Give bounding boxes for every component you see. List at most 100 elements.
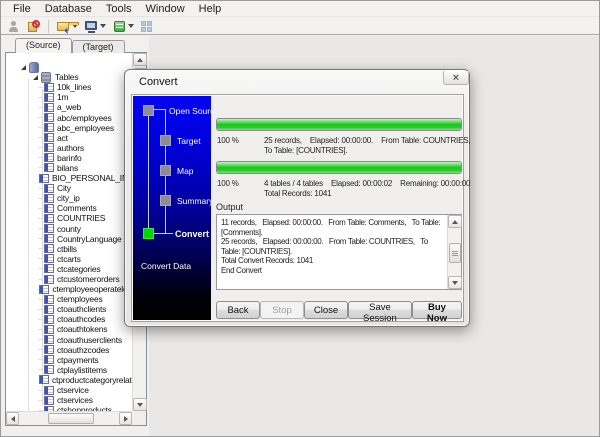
table-icon — [39, 375, 49, 385]
table-tree-item[interactable]: county — [7, 224, 132, 234]
table-icon — [44, 274, 54, 284]
disconnect-button[interactable] — [25, 19, 42, 34]
step-node-icon — [143, 228, 154, 239]
table-tree-item[interactable]: act — [7, 133, 132, 143]
scroll-right-button[interactable] — [119, 412, 132, 425]
table-icon — [44, 304, 54, 314]
tab-source[interactable]: (Source) — [15, 38, 72, 53]
step-map: Map — [133, 164, 211, 178]
chevron-down-icon[interactable] — [128, 24, 134, 28]
table-tree-item[interactable]: city_ip — [7, 193, 132, 203]
scroll-up-button[interactable] — [448, 215, 462, 228]
step-node-icon — [160, 135, 171, 146]
table-tree-item[interactable]: a_web — [7, 102, 132, 112]
table-tree-item[interactable]: ctplaylistitems — [7, 365, 132, 375]
table-tree-item[interactable]: ctcarts — [7, 254, 132, 264]
tree-stub-line — [38, 217, 43, 219]
overall-progress-description: 4 tables / 4 tables Elapsed: 00:00:02 Re… — [264, 179, 471, 198]
table-tree-item[interactable]: ctemployees — [7, 294, 132, 304]
table-tree-item[interactable]: ctservices — [7, 395, 132, 405]
scroll-left-button[interactable] — [6, 412, 19, 425]
close-icon[interactable]: × — [443, 71, 469, 85]
thumb-grip-icon — [452, 250, 458, 256]
table-tree-item[interactable]: ctpayments — [7, 355, 132, 365]
table-tree-item[interactable]: 1m — [7, 92, 132, 102]
table-tree-item[interactable]: ctshopproducts — [7, 405, 132, 411]
close-button[interactable]: Close — [304, 301, 348, 319]
expand-arrow-icon[interactable] — [21, 64, 26, 70]
save-session-button[interactable]: Save Session — [348, 301, 412, 324]
table-tree-item[interactable]: ctbills — [7, 244, 132, 254]
tree-stub-line — [38, 318, 43, 320]
chevron-down-icon[interactable] — [72, 24, 78, 28]
buy-now-button[interactable]: Buy Now — [411, 301, 462, 324]
connect-user-button[interactable] — [5, 19, 22, 34]
wizard-sidebar: Open Source Target Map — [133, 96, 211, 320]
table-icon — [44, 123, 54, 133]
table-tree-item[interactable]: ctservice — [7, 385, 132, 395]
toolbar — [1, 18, 599, 35]
table-tree-item[interactable]: ctoauthzcodes — [7, 345, 132, 355]
convert-button[interactable] — [111, 19, 136, 34]
tree-tables-node[interactable]: Tables — [7, 71, 132, 83]
menu-item[interactable]: Tools — [99, 2, 139, 16]
table-tree-item[interactable]: ctoauthclients — [7, 304, 132, 314]
table-tree-item[interactable]: ctcategories — [7, 264, 132, 274]
table-tree-item[interactable]: abc_employees — [7, 123, 132, 133]
table-icon — [44, 203, 54, 213]
table-tree-item[interactable]: ctoauthuserclients — [7, 335, 132, 345]
table-tree-item[interactable]: authors — [7, 143, 132, 153]
table-icon — [44, 314, 54, 324]
tree-stub-line — [38, 167, 43, 169]
scroll-down-button[interactable] — [133, 398, 147, 411]
chevron-down-icon[interactable] — [100, 24, 106, 28]
grid-icon — [141, 20, 154, 33]
scroll-up-button[interactable] — [133, 53, 147, 66]
table-tree-item[interactable]: barinfo — [7, 153, 132, 163]
tree-stub-line — [38, 369, 43, 371]
table-tree-item[interactable]: ctoauthtokens — [7, 324, 132, 334]
table-tree-item[interactable]: 10k_lines — [7, 82, 132, 92]
table-tree-item[interactable]: City — [7, 183, 132, 193]
open-target-button[interactable] — [83, 19, 108, 34]
table-icon — [44, 113, 54, 123]
table-icon — [44, 405, 54, 411]
tree-stub-line — [38, 389, 43, 391]
back-button[interactable]: Back — [216, 301, 260, 319]
expand-arrow-icon[interactable] — [33, 74, 38, 80]
table-icon — [44, 385, 54, 395]
tree-stub-line — [38, 359, 43, 361]
table-tree-item[interactable]: abc/employees — [7, 112, 132, 123]
menu-item[interactable]: Window — [139, 2, 192, 16]
grid-view-button[interactable] — [139, 19, 156, 34]
table-tree-item[interactable]: COUNTRIES — [7, 213, 132, 223]
menu-item[interactable]: Help — [192, 2, 229, 16]
table-tree-item[interactable]: ctproductcategoryrelation — [7, 375, 132, 385]
stop-button[interactable]: Stop — [260, 301, 304, 319]
disconnect-icon — [27, 19, 40, 33]
open-source-button[interactable] — [55, 19, 80, 34]
table-icon — [44, 355, 54, 365]
table-tree-item[interactable]: BIO_PERSONAL_INF — [7, 173, 132, 183]
tree-stub-line — [38, 248, 43, 250]
tree-stub-line — [38, 86, 43, 88]
menu-item[interactable]: File — [6, 2, 38, 16]
output-line: 25 records, Elapsed: 00:00:00. From Tabl… — [221, 237, 430, 256]
scrollbar-thumb[interactable] — [449, 243, 461, 263]
table-tree-item[interactable]: ctcustomerorders — [7, 274, 132, 284]
output-line: 11 records, Elapsed: 00:00:00. From Tabl… — [221, 218, 443, 237]
tree-stub-line — [38, 106, 43, 108]
tree-root-node[interactable] — [7, 61, 132, 73]
table-tree-item[interactable]: ctoauthcodes — [7, 314, 132, 324]
output-scrollbar[interactable] — [447, 215, 462, 289]
tab-target[interactable]: (Target) — [71, 40, 125, 53]
table-tree-item[interactable]: ctemployeeoperatelog — [7, 284, 132, 294]
table-tree-item[interactable]: bilans — [7, 163, 132, 173]
scroll-down-button[interactable] — [448, 276, 462, 289]
table-tree-item[interactable]: Comments — [7, 203, 132, 213]
scrollbar-thumb[interactable] — [48, 413, 94, 424]
menu-item[interactable]: Database — [38, 2, 99, 16]
table-icon — [44, 213, 54, 223]
tree-horizontal-scrollbar[interactable] — [6, 411, 132, 425]
table-tree-item[interactable]: CountryLanguage — [7, 234, 132, 244]
